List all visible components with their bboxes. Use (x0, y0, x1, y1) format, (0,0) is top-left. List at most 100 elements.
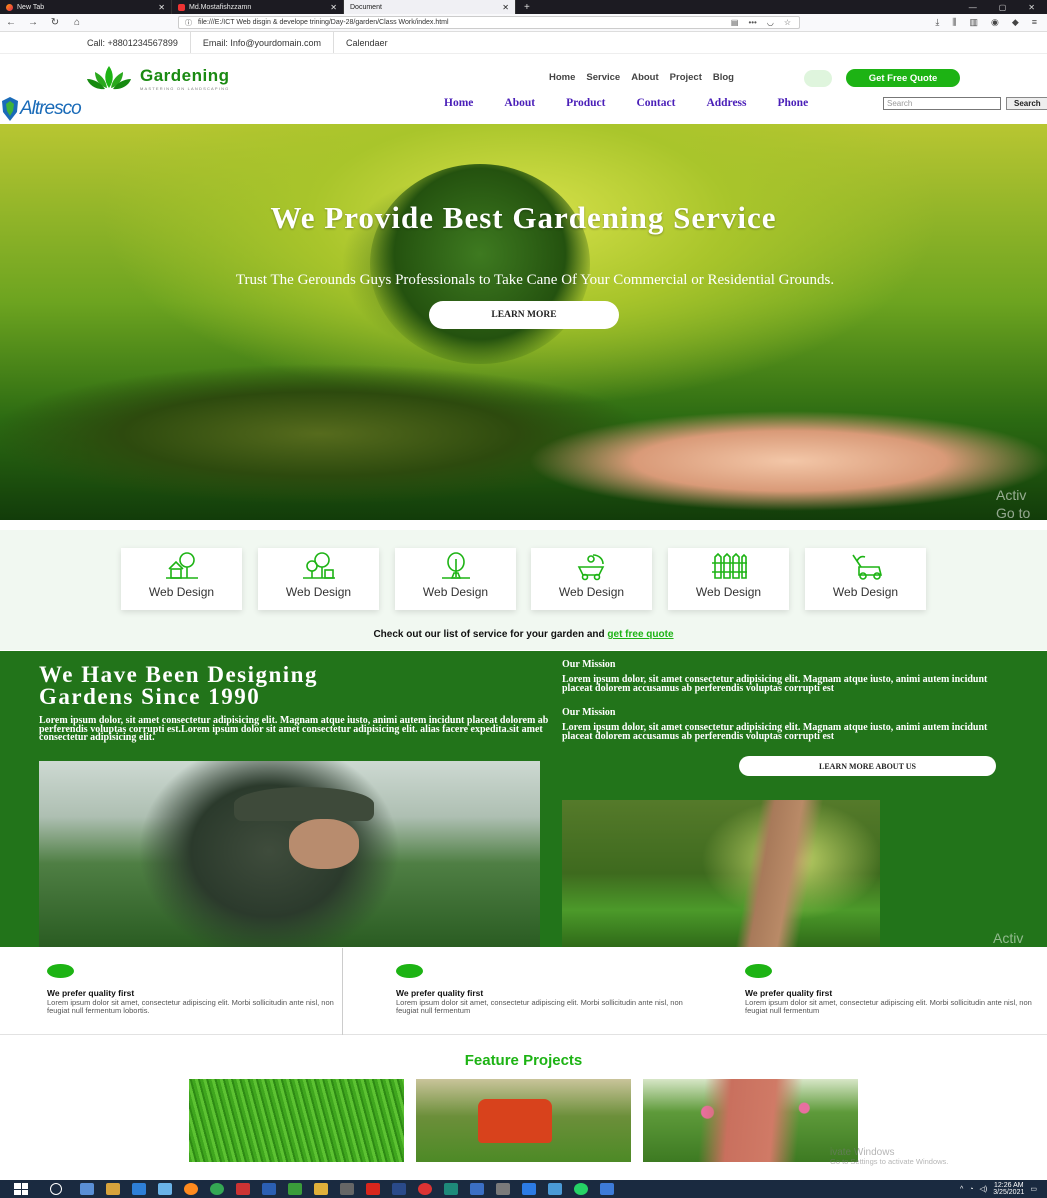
hero-subtitle: Trust The Gerounds Guys Professionals to… (235, 272, 835, 288)
menu-toggle-pill[interactable] (804, 70, 832, 87)
page-info-icon[interactable]: ⓘ (185, 18, 192, 28)
nav-item-about[interactable]: About (504, 97, 535, 109)
close-window-icon[interactable]: ✕ (1028, 3, 1035, 12)
menu-icon[interactable]: ≡ (1032, 17, 1037, 28)
app-icon[interactable] (236, 1183, 250, 1195)
learn-more-button[interactable]: LEARN MORE (429, 301, 619, 329)
menu-item-blog[interactable]: Blog (713, 72, 734, 83)
close-icon[interactable]: ✕ (502, 3, 509, 12)
nav-item-phone[interactable]: Phone (778, 97, 809, 109)
service-label: Web Design (558, 585, 625, 599)
download-icon[interactable]: ⤓ (935, 17, 939, 28)
browser-tab-profile[interactable]: Md.Mostafishzzamn ✕ (172, 0, 344, 14)
maximize-icon[interactable]: ▢ (999, 3, 1007, 12)
menu-item-project[interactable]: Project (670, 72, 702, 83)
file-explorer-icon[interactable] (314, 1183, 328, 1195)
nav-item-contact[interactable]: Contact (636, 97, 675, 109)
back-icon[interactable]: ← (0, 17, 22, 28)
word-icon[interactable] (262, 1183, 276, 1195)
app-icon[interactable] (444, 1183, 458, 1195)
forward-icon[interactable]: → (22, 17, 44, 28)
sidebar-icon[interactable]: ▥ (969, 17, 978, 28)
windows-taskbar: ^ ◔ ◁) 12:26 AM 3/25/2021 ▭ (0, 1180, 1047, 1198)
whatsapp-icon[interactable] (574, 1183, 588, 1195)
about-title-line: We Have Been Designing (39, 662, 318, 687)
service-card[interactable]: Web Design (258, 548, 379, 610)
app-icon[interactable] (392, 1183, 406, 1195)
url-bar[interactable]: ⓘ file:///E:/ICT Web disgin & develope t… (178, 16, 800, 29)
menu-item-service[interactable]: Service (586, 72, 620, 83)
reload-icon[interactable]: ↻ (44, 17, 66, 28)
app-icon[interactable] (288, 1183, 302, 1195)
chevron-up-icon[interactable]: ^ (960, 1186, 963, 1193)
browser-tab-document[interactable]: Document ✕ (344, 0, 516, 14)
menu-item-about[interactable]: About (631, 72, 658, 83)
reader-view-icon[interactable]: ▤ (731, 18, 739, 27)
service-card[interactable]: Web Design (805, 548, 926, 610)
pocket-icon[interactable]: ◡ (767, 18, 774, 27)
bookmark-star-icon[interactable]: ☆ (784, 18, 791, 27)
service-label: Web Design (422, 585, 489, 599)
window-controls: — ▢ ✕ (969, 0, 1047, 14)
app-icon[interactable] (106, 1183, 120, 1195)
service-label: Web Design (285, 585, 352, 599)
project-grass-photo[interactable] (189, 1079, 404, 1162)
get-free-quote-button[interactable]: Get Free Quote (846, 69, 960, 87)
windows-start-icon[interactable] (14, 1183, 28, 1195)
project-garden-path-photo[interactable] (643, 1079, 858, 1162)
vscode-icon[interactable] (522, 1183, 536, 1195)
tree-house-icon (165, 552, 198, 579)
fence-icon (711, 552, 747, 579)
service-card[interactable]: Web Design (531, 548, 652, 610)
nav-item-home[interactable]: Home (444, 97, 473, 109)
search-icon[interactable] (50, 1183, 62, 1195)
clock[interactable]: 12:26 AM 3/25/2021 (993, 1182, 1024, 1196)
about-title-line: Gardens Since 1990 (39, 684, 261, 709)
app-icon[interactable] (496, 1183, 510, 1195)
volume-icon[interactable]: ◁) (980, 1185, 988, 1193)
search-input[interactable]: Search (883, 97, 1001, 110)
wheelbarrow-icon (577, 554, 604, 581)
app-icon[interactable] (600, 1183, 614, 1195)
close-icon[interactable]: ✕ (330, 3, 337, 12)
main-menu: Home Service About Project Blog (549, 72, 734, 83)
menu-item-home[interactable]: Home (549, 72, 575, 83)
app-icon[interactable] (548, 1183, 562, 1195)
app-icon[interactable] (418, 1183, 432, 1195)
nav-item-product[interactable]: Product (566, 97, 605, 109)
task-view-icon[interactable] (80, 1183, 94, 1195)
home-icon[interactable]: ⌂ (66, 17, 88, 28)
app-icon[interactable] (158, 1183, 172, 1195)
altresco-logo[interactable]: Altresco (0, 96, 82, 122)
firefox-icon[interactable] (184, 1183, 198, 1195)
close-icon[interactable]: ✕ (158, 3, 165, 12)
extension-icon[interactable]: ◆ (1012, 17, 1019, 28)
nav-item-address[interactable]: Address (706, 97, 746, 109)
account-icon[interactable]: ◉ (991, 17, 999, 28)
minimize-icon[interactable]: — (969, 3, 977, 12)
illustrator-icon[interactable] (366, 1183, 380, 1195)
service-card[interactable]: Web Design (668, 548, 789, 610)
service-card[interactable]: Web Design (395, 548, 516, 610)
app-icon[interactable] (132, 1183, 146, 1195)
brand-logo[interactable]: Gardening MASTERING ON LANDSCAPING (86, 64, 230, 92)
search-button[interactable]: Search (1006, 97, 1047, 110)
secondary-menu: Home About Product Contact Address Phone (444, 97, 839, 109)
library-icon[interactable]: ⫼ (952, 17, 956, 28)
chrome-icon[interactable] (210, 1183, 224, 1195)
learn-more-about-us-button[interactable]: LEARN MORE ABOUT US (739, 756, 996, 776)
network-icon[interactable]: ◔ (969, 1186, 973, 1193)
get-free-quote-link[interactable]: get free quote (607, 629, 673, 640)
service-card[interactable]: Web Design (121, 548, 242, 610)
calendar-link[interactable]: Calendaer (334, 32, 400, 53)
app-icon[interactable] (340, 1183, 354, 1195)
page-actions-icon[interactable]: ••• (748, 18, 756, 27)
park-path-photo (562, 800, 880, 947)
new-tab-button[interactable]: + (516, 0, 538, 14)
project-lawn-mower-photo[interactable] (416, 1079, 631, 1162)
app-icon[interactable] (470, 1183, 484, 1195)
mission-text: Lorem ipsum dolor, sit amet consectetur … (562, 722, 988, 742)
notifications-icon[interactable]: ▭ (1030, 1185, 1037, 1193)
browser-tab-new-tab[interactable]: New Tab ✕ (0, 0, 172, 14)
quality-text: Lorem ipsum dolor sit amet, consectetur … (745, 998, 1032, 1015)
